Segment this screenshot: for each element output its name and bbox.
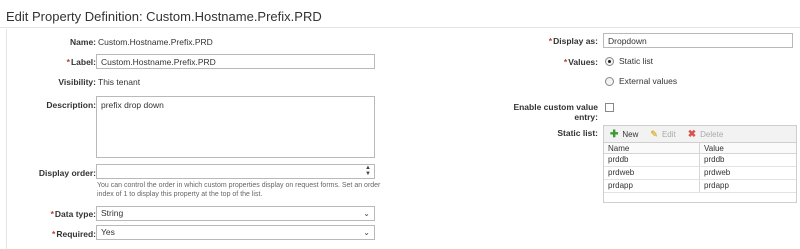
radio-external-values[interactable]: External values [605, 76, 677, 86]
delete-button[interactable]: ✖ Delete [688, 129, 724, 140]
row-value-cell: prddb [704, 155, 725, 164]
data-type-label-text: Data type: [54, 209, 96, 219]
new-button-label: New [622, 129, 639, 139]
grid-header-row: Name Value [604, 143, 796, 154]
property-form-panel: Name: Custom.Hostname.Prefix.PRD *Label:… [6, 29, 797, 249]
display-as-label: *Display as: [549, 36, 598, 46]
page-title: Edit Property Definition: Custom.Hostnam… [6, 9, 322, 24]
column-header-name[interactable]: Name [604, 143, 700, 153]
required-label: *Required: [52, 229, 96, 239]
row-name-cell: prddb [604, 154, 700, 166]
static-list-grid: ✚ New ✎ Edit ✖ Delete Name Value prddb p… [603, 125, 797, 203]
label-field-label-text: Label: [70, 57, 96, 67]
row-value-cell: prdapp [704, 181, 729, 190]
values-label: *Values: [564, 57, 598, 67]
custom-entry-label-line1: Enable custom value [513, 102, 598, 112]
label-input[interactable]: Custom.Hostname.Prefix.PRD [96, 54, 375, 69]
required-mark: * [52, 229, 56, 239]
plus-icon: ✚ [610, 128, 619, 140]
radio-static-list[interactable]: Static list [605, 56, 653, 66]
display-as-label-text: Display as: [553, 36, 598, 46]
table-row[interactable]: prdweb prdweb [604, 167, 796, 180]
delete-button-label: Delete [700, 129, 724, 139]
display-order-help: You can control the order in which custo… [97, 181, 382, 199]
display-as-input[interactable]: Dropdown [603, 33, 793, 48]
static-list-label: Static list: [557, 128, 598, 138]
radio-external-values-label: External values [619, 76, 678, 86]
values-label-text: Values: [568, 57, 598, 67]
help-line-1: You can control the order in which custo… [97, 182, 381, 189]
label-field-label: *Label: [67, 57, 96, 67]
radio-unselected-icon[interactable] [605, 76, 614, 86]
required-mark: * [66, 57, 70, 67]
delete-icon: ✖ [687, 128, 697, 140]
new-button[interactable]: ✚ New [610, 129, 638, 140]
required-label-text: Required: [56, 229, 96, 239]
required-mark: * [563, 57, 568, 67]
display-order-label: Display order: [38, 168, 96, 178]
required-mark: * [548, 36, 553, 46]
column-header-value[interactable]: Value [700, 143, 796, 153]
table-row[interactable]: prddb prddb [604, 154, 796, 167]
edit-button[interactable]: ✎ Edit [650, 129, 675, 140]
custom-entry-label-line2: entry: [574, 112, 598, 122]
name-value: Custom.Hostname.Prefix.PRD [98, 37, 213, 47]
edit-button-label: Edit [661, 129, 676, 139]
display-order-input[interactable]: ▲ ▼ [96, 164, 375, 179]
stepper-icon[interactable]: ▲ ▼ [365, 165, 371, 177]
radio-static-list-label: Static list [619, 56, 654, 66]
visibility-label: Visibility: [58, 77, 96, 87]
name-label: Name: [70, 37, 96, 47]
row-name-cell: prdweb [604, 167, 700, 179]
chevron-down-icon: ⌄ [363, 228, 370, 237]
row-value-cell: prdweb [704, 168, 731, 177]
data-type-value: String [101, 208, 124, 218]
pencil-icon: ✎ [650, 128, 658, 139]
required-value: Yes [101, 227, 115, 237]
required-select[interactable]: Yes ⌄ [96, 225, 375, 240]
chevron-down-icon: ⌄ [363, 209, 370, 218]
visibility-value: This tenant [98, 77, 141, 87]
table-row[interactable]: prdapp prdapp [604, 180, 796, 193]
required-mark: * [50, 209, 54, 219]
row-name-cell: prdapp [604, 180, 700, 192]
description-label: Description: [46, 100, 96, 110]
custom-entry-checkbox[interactable] [605, 103, 614, 112]
title-divider [0, 27, 800, 28]
data-type-select[interactable]: String ⌄ [96, 206, 375, 221]
radio-selected-icon[interactable] [605, 56, 614, 66]
grid-toolbar: ✚ New ✎ Edit ✖ Delete [604, 126, 796, 143]
description-textarea[interactable]: prefix drop down [96, 96, 375, 158]
data-type-label: *Data type: [51, 209, 96, 219]
custom-entry-label: Enable custom value entry: [513, 102, 598, 122]
help-line-2: index of 1 to display this property at t… [97, 191, 263, 198]
